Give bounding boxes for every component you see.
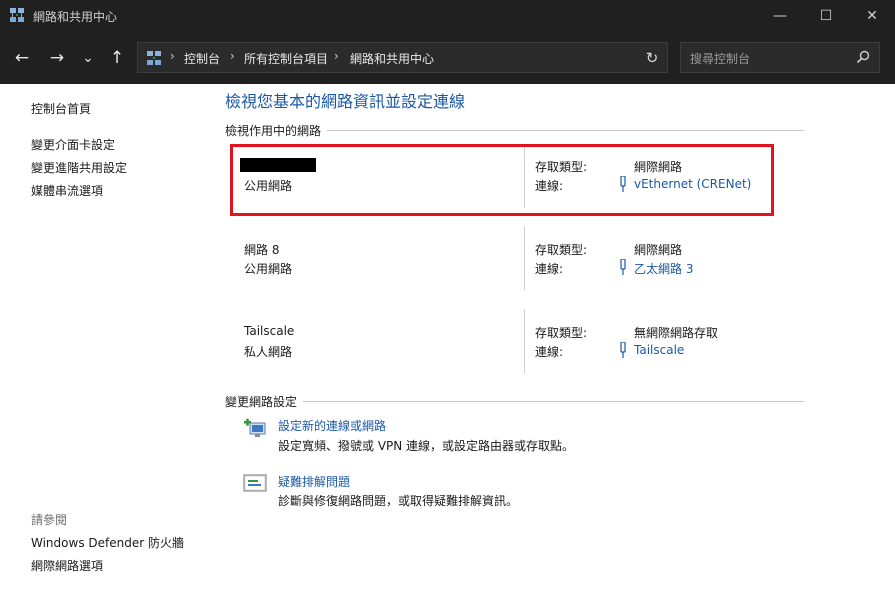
connection-link[interactable]: 乙太網路 3 [634,260,693,277]
network-name: Tailscale [244,324,295,338]
access-type-value: 無網際網路存取 [634,326,719,340]
network-type[interactable]: 公用網路 [244,260,292,277]
search-placeholder: 搜尋控制台 [690,52,751,66]
recent-locations-button[interactable]: ⌄ [75,46,101,70]
see-also-firewall[interactable]: Windows Defender 防火牆 [31,534,184,551]
refresh-button[interactable]: ↻ [641,48,663,68]
setup-connection-link[interactable]: 設定新的連線或網路 [278,417,386,434]
search-box[interactable]: 搜尋控制台 [680,42,880,73]
setup-connection-description: 設定寬頻、撥號或 VPN 連線，或設定路由器或存取點。 [278,439,575,453]
breadcrumb-all-items[interactable]: 所有控制台項目 [244,50,328,67]
column-divider [524,226,525,290]
change-settings-heading: 變更網路設定 [225,393,304,410]
back-button[interactable]: ← [9,46,35,70]
title-bar: 網路和共用中心 — ☐ ✕ [0,0,895,32]
new-connection-icon [244,418,266,437]
maximize-button[interactable]: ☐ [803,0,849,32]
address-bar[interactable]: › 控制台 › 所有控制台項目 › 網路和共用中心 ↻ [137,42,668,73]
up-button[interactable]: ↑ [104,46,130,70]
breadcrumb-network-center[interactable]: 網路和共用中心 [350,50,434,67]
network-name: 網路 8 [244,243,280,257]
connection-label: 連線: [535,262,564,276]
access-type-label: 存取類型: [535,243,588,257]
window-title: 網路和共用中心 [33,10,118,24]
search-icon[interactable] [855,49,871,65]
connection-link[interactable]: Tailscale [634,343,684,357]
forward-button[interactable]: → [44,46,70,70]
chevron-right-icon: › [230,49,235,63]
sidebar-item-media-streaming[interactable]: 媒體串流選項 [31,182,103,199]
active-networks-heading: 檢視作用中的網路 [225,122,328,139]
see-also-internet-options[interactable]: 網際網路選項 [31,557,103,574]
network-type[interactable]: 私人網路 [244,343,292,360]
minimize-button[interactable]: — [757,0,803,32]
connection-label: 連線: [535,345,564,359]
sidebar-item-home[interactable]: 控制台首頁 [31,100,91,117]
section-divider [225,401,804,402]
close-button[interactable]: ✕ [849,0,895,32]
troubleshoot-icon [243,474,267,492]
network-center-icon [10,8,24,22]
access-type-label: 存取類型: [535,326,588,340]
control-panel-icon [147,51,161,65]
highlight-box [230,144,774,216]
ethernet-connection-icon [620,259,626,275]
access-type-value: 網際網路 [634,243,683,257]
see-also-heading: 請參閱 [31,513,68,527]
ethernet-connection-icon [620,342,626,358]
troubleshoot-description: 診斷與修復網路問題，或取得疑難排解資訊。 [278,494,519,508]
chevron-right-icon: › [334,49,339,63]
chevron-right-icon: › [170,49,175,63]
page-title: 檢視您基本的網路資訊並設定連線 [225,92,466,111]
sidebar-item-adapter-settings[interactable]: 變更介面卡設定 [31,136,115,153]
sidebar-item-advanced-sharing[interactable]: 變更進階共用設定 [31,159,127,176]
column-divider [524,309,525,373]
troubleshoot-link[interactable]: 疑難排解問題 [278,473,350,490]
breadcrumb-control-panel[interactable]: 控制台 [184,50,220,67]
